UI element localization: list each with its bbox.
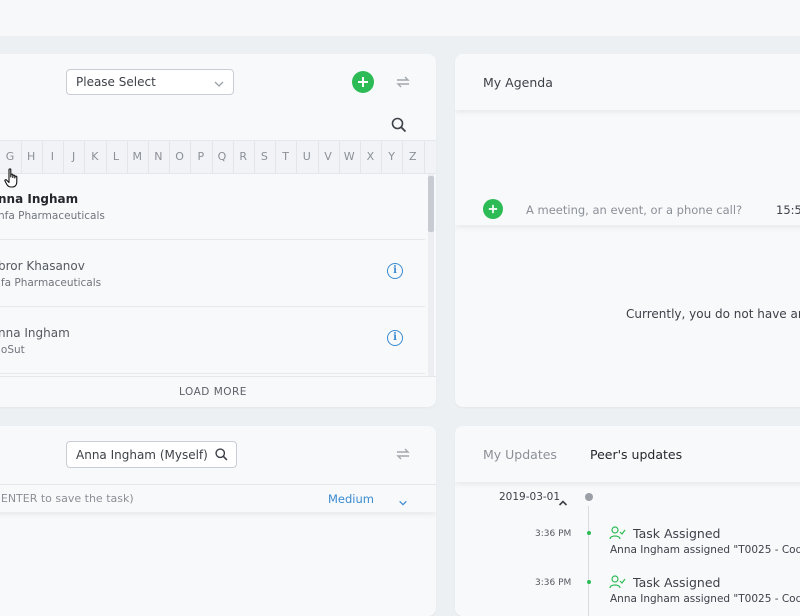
new-agenda-item-row: A meeting, an event, or a phone call? 15… — [455, 195, 800, 225]
alphabet-letter[interactable]: L — [106, 150, 126, 163]
hand-cursor-icon — [4, 168, 20, 194]
event-time: 3:36 PM — [535, 529, 572, 539]
contact-list-item[interactable]: bror Khasanov lfa Pharmaceuticals i — [0, 241, 425, 307]
agenda-title: My Agenda — [483, 75, 553, 90]
new-agenda-item-input[interactable]: A meeting, an event, or a phone call? — [526, 203, 742, 217]
contact-organization: lfa Pharmaceuticals — [0, 277, 102, 289]
alphabet-separator — [423, 141, 425, 173]
user-check-icon — [609, 525, 626, 544]
alphabet-letter[interactable]: U — [297, 150, 317, 163]
alphabet-letter[interactable]: O — [170, 150, 190, 163]
alphabet-letter[interactable]: Z — [403, 150, 423, 163]
agenda-panel: My Agenda A meeting, an event, or a phon… — [455, 54, 800, 407]
alphabet-letter[interactable]: R — [233, 150, 253, 163]
event-dot — [587, 580, 591, 584]
assignee-value: Anna Ingham (Myself) — [76, 448, 208, 462]
contact-search-row — [0, 110, 436, 140]
contacts-panel: Please Select GHIJKLMNOPQRSTUVWXYZ nna I… — [0, 54, 436, 407]
search-icon — [391, 117, 407, 133]
new-task-input[interactable]: it ENTER to save the task) — [0, 492, 134, 505]
alphabet-filter: GHIJKLMNOPQRSTUVWXYZ — [0, 140, 436, 174]
alphabet-letter[interactable]: J — [64, 150, 84, 163]
updates-panel: My Updates Peer's updates 2019-03-01 3:3… — [455, 426, 800, 616]
event-description: Anna Ingham assigned "T0025 - Code — [610, 544, 800, 556]
plus-icon — [488, 204, 498, 214]
task-priority-select[interactable]: Medium — [328, 492, 374, 506]
event-title: Task Assigned — [633, 575, 721, 590]
tasks-header: Anna Ingham (Myself) — [0, 426, 436, 482]
alphabet-letter[interactable]: Y — [382, 150, 402, 163]
tab-peers-updates[interactable]: Peer's updates — [590, 447, 682, 462]
sync-icon — [396, 76, 410, 88]
timeline-date-dot — [585, 493, 593, 501]
contact-organization: nfa Pharmaceuticals — [0, 210, 105, 222]
alphabet-letter[interactable]: P — [191, 150, 211, 163]
agenda-empty-message: Currently, you do not have any a — [626, 307, 800, 321]
alphabet-letter[interactable]: W — [339, 150, 359, 163]
new-agenda-item-time[interactable]: 15:58 — [776, 203, 800, 217]
add-agenda-item-button[interactable] — [483, 199, 503, 219]
contact-list-scrollbar[interactable] — [428, 174, 434, 376]
updates-header: My Updates Peer's updates — [455, 426, 800, 482]
info-icon[interactable]: i — [387, 263, 403, 279]
sync-icon — [396, 448, 410, 460]
agenda-header: My Agenda — [455, 54, 800, 110]
add-contact-button[interactable] — [352, 71, 374, 93]
contact-name: nna Ingham — [0, 326, 70, 340]
top-bar — [0, 0, 800, 36]
alphabet-letter[interactable]: K — [85, 150, 105, 163]
event-time: 3:36 PM — [535, 578, 572, 588]
chevron-down-icon[interactable] — [398, 493, 408, 512]
user-check-icon — [609, 574, 626, 593]
assignee-search-field[interactable]: Anna Ingham (Myself) — [66, 441, 237, 468]
timeline-date: 2019-03-01 — [499, 491, 561, 503]
scrollbar-thumb[interactable] — [428, 176, 434, 232]
info-icon[interactable]: i — [387, 330, 403, 346]
load-more-button[interactable]: LOAD MORE — [0, 376, 436, 407]
contact-list-item[interactable]: nna Ingham ioSut i — [0, 308, 425, 374]
alphabet-letter[interactable]: V — [318, 150, 338, 163]
tasks-panel: Anna Ingham (Myself) it ENTER to save th… — [0, 426, 436, 616]
chevron-up-icon[interactable] — [558, 492, 568, 511]
contact-list-item[interactable]: nna Ingham nfa Pharmaceuticals — [0, 174, 425, 240]
event-dot — [587, 531, 591, 535]
tab-my-updates[interactable]: My Updates — [483, 447, 557, 462]
alphabet-letter[interactable]: X — [360, 150, 380, 163]
contact-name: nna Ingham — [0, 192, 79, 206]
event-title: Task Assigned — [633, 526, 721, 541]
alphabet-letter[interactable]: N — [148, 150, 168, 163]
alphabet-letter[interactable]: M — [127, 150, 147, 163]
alphabet-letter[interactable]: I — [42, 150, 62, 163]
contact-filter-value: Please Select — [76, 75, 156, 89]
refresh-contacts-button[interactable] — [394, 73, 412, 95]
plus-icon — [358, 77, 368, 87]
contact-search-button[interactable] — [390, 116, 408, 138]
contact-filter-select[interactable]: Please Select — [66, 69, 234, 95]
new-task-row: it ENTER to save the task) Medium — [0, 484, 436, 512]
alphabet-letter[interactable]: T — [276, 150, 296, 163]
search-icon — [214, 447, 229, 466]
event-description: Anna Ingham assigned "T0025 - Code — [610, 593, 800, 605]
alphabet-letter[interactable]: Q — [212, 150, 232, 163]
alphabet-letter[interactable]: H — [21, 150, 41, 163]
refresh-tasks-button[interactable] — [394, 445, 412, 467]
contact-organization: ioSut — [0, 344, 25, 356]
alphabet-letter[interactable]: S — [254, 150, 274, 163]
contact-name: bror Khasanov — [0, 259, 85, 273]
alphabet-letter[interactable]: G — [0, 150, 20, 163]
chevron-down-icon — [213, 75, 225, 94]
contacts-header: Please Select — [0, 54, 436, 110]
